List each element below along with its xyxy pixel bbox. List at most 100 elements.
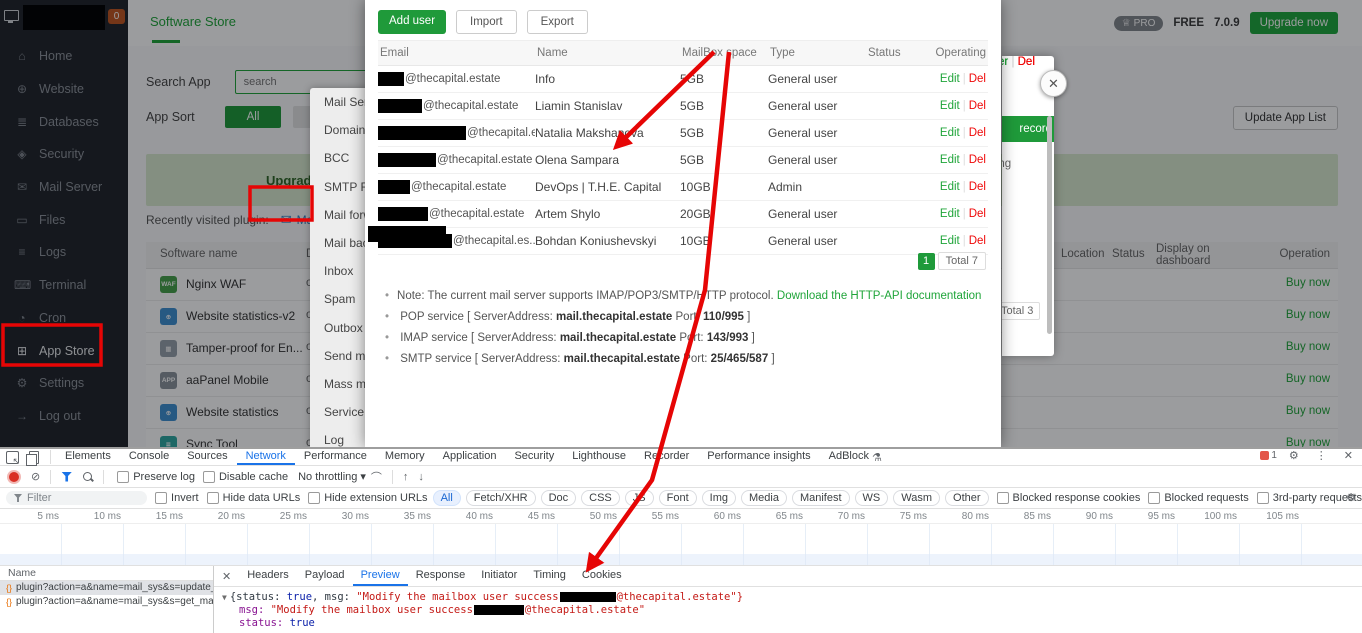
preview-tab[interactable]: Payload [297,566,353,586]
mailbox-space: 5GB [680,153,705,167]
devtools-tab[interactable]: AdBlock [820,449,878,465]
devtools-tab[interactable]: Performance insights [698,449,819,465]
del-link[interactable]: Del [969,100,986,112]
devtools-tab[interactable]: Memory [376,449,434,465]
filter-checkbox[interactable] [996,492,1009,504]
close-request-icon[interactable]: ✕ [222,570,231,583]
edit-link[interactable]: Edit [940,73,960,85]
del-link[interactable]: Del [969,127,986,139]
preview-tab[interactable]: Timing [525,566,574,586]
inspect-element-icon[interactable] [6,450,20,467]
throttling-select[interactable]: No throttling ▾ [298,470,366,484]
network-overview[interactable] [0,524,1362,566]
import-button[interactable]: Import [456,10,517,34]
filter-checkbox[interactable] [1148,492,1161,504]
modal-scrollbar[interactable] [1047,116,1052,334]
error-count-badge[interactable]: 1 [1260,450,1277,461]
del-link[interactable]: Del [969,154,986,166]
filter-checkbox-label[interactable]: Blocked response cookies [1013,492,1141,504]
request-type-chip[interactable]: Wasm [893,490,941,506]
json-icon: {} [6,583,13,593]
devtools-tab[interactable]: Recorder [635,449,698,465]
edit-link[interactable]: Edit [940,235,960,247]
search-icon[interactable] [83,472,93,481]
preserve-log-checkbox[interactable] [117,470,130,483]
invert-label[interactable]: Invert [171,492,199,504]
devtools-tab[interactable]: Lighthouse [563,449,635,465]
export-button[interactable]: Export [526,10,588,34]
timeline-tick: 10 ms [93,511,121,522]
request-type-chip[interactable]: Manifest [791,490,850,506]
clear-icon[interactable]: ⊘ [31,470,40,483]
devtools-tab[interactable]: Network [237,449,295,465]
edit-link[interactable]: Edit [940,127,960,139]
preserve-log-label[interactable]: Preserve log [133,471,195,483]
preview-tab[interactable]: Headers [239,566,297,586]
network-conditions-icon[interactable]: ⌒ [371,469,382,485]
name-column-header[interactable]: Name [0,566,213,581]
http-api-doc-link[interactable]: Download the HTTP-API documentation [777,290,982,302]
devtools-tab[interactable]: Security [505,449,563,465]
edit-link[interactable]: Edit [940,154,960,166]
close-icon[interactable]: ✕ [1040,70,1067,97]
preview-tab[interactable]: Response [408,566,474,586]
request-type-chip[interactable]: Img [701,490,736,506]
hide-extension-urls-checkbox[interactable] [308,492,321,504]
preview-tab[interactable]: Cookies [574,566,630,586]
request-type-chip[interactable]: All [432,490,461,506]
del-link[interactable]: Del [969,181,986,193]
delete-link[interactable]: Del [1018,56,1035,68]
preview-tab[interactable]: Initiator [473,566,525,586]
disable-cache-checkbox[interactable] [202,470,215,483]
more-menu-icon[interactable]: ⋮ [1316,449,1327,462]
request-type-chip[interactable]: Media [740,490,787,506]
del-link[interactable]: Del [969,208,986,220]
network-settings-gear-icon[interactable]: ⚙ [1346,491,1356,504]
preview-tab[interactable]: Preview [353,566,408,586]
devtools-tab[interactable]: Performance [295,449,376,465]
request-type-chip[interactable]: JS [624,490,654,506]
hide-extension-urls-label[interactable]: Hide extension URLs [324,492,427,504]
del-link[interactable]: Del [969,73,986,85]
disable-cache-label[interactable]: Disable cache [219,471,288,483]
request-row[interactable]: {} plugin?action=a&name=mail_sys&s=updat… [0,581,213,595]
filter-input[interactable]: Filter [6,491,148,505]
request-type-chip[interactable]: Fetch/XHR [465,490,536,506]
email-cell: @thecapital.estate [378,153,535,167]
expand-triangle-icon[interactable]: ▼ [222,593,227,602]
devtools-tab[interactable]: Sources [178,449,236,465]
filter-checkbox[interactable] [1256,492,1269,504]
import-har-icon[interactable]: ↑ [403,471,409,483]
hide-data-urls-checkbox[interactable] [206,492,219,504]
edit-link[interactable]: Edit [940,181,960,193]
invert-checkbox[interactable] [155,492,168,504]
request-row[interactable]: {} plugin?action=a&name=mail_sys&s=get_m… [0,595,213,609]
add-user-button[interactable]: Add user [378,10,447,34]
filter-funnel-icon[interactable] [61,471,73,482]
port-label: Port: [683,353,708,365]
filter-checkbox-label[interactable]: Blocked requests [1164,492,1248,504]
record-icon[interactable] [7,469,21,484]
email-cell: @thecapital.estate [378,99,535,113]
network-filter-row: Filter Invert Hide data URLs Hide extens… [0,488,1362,509]
timeline-tick: 100 ms [1204,511,1237,522]
settings-gear-icon[interactable]: ⚙ [1289,449,1299,462]
request-type-chip[interactable]: Other [945,490,989,506]
devtools-tab[interactable]: Application [434,449,506,465]
devtools-tab[interactable]: Elements [56,449,120,465]
request-type-chip[interactable]: Font [658,490,697,506]
close-devtools-icon[interactable]: ✕ [1344,449,1353,462]
edit-link[interactable]: Edit [940,208,960,220]
request-type-chip[interactable]: WS [854,490,889,506]
export-har-icon[interactable]: ↓ [418,471,424,483]
device-toolbar-icon[interactable] [26,450,39,466]
request-type-chip[interactable]: CSS [581,490,620,506]
edit-link[interactable]: Edit [940,100,960,112]
devtools-tab[interactable]: Console [120,449,178,465]
mailbox-row: @thecapital.estate Info 5GB General user… [378,66,988,93]
page-1-button[interactable]: 1 [917,252,935,270]
hide-data-urls-label[interactable]: Hide data URLs [223,492,301,504]
json-summary-line[interactable]: ▼ {status: true, msg: "Modify the mailbox… [222,591,1362,604]
request-type-chip[interactable]: Doc [540,490,577,506]
del-link[interactable]: Del [969,235,986,247]
